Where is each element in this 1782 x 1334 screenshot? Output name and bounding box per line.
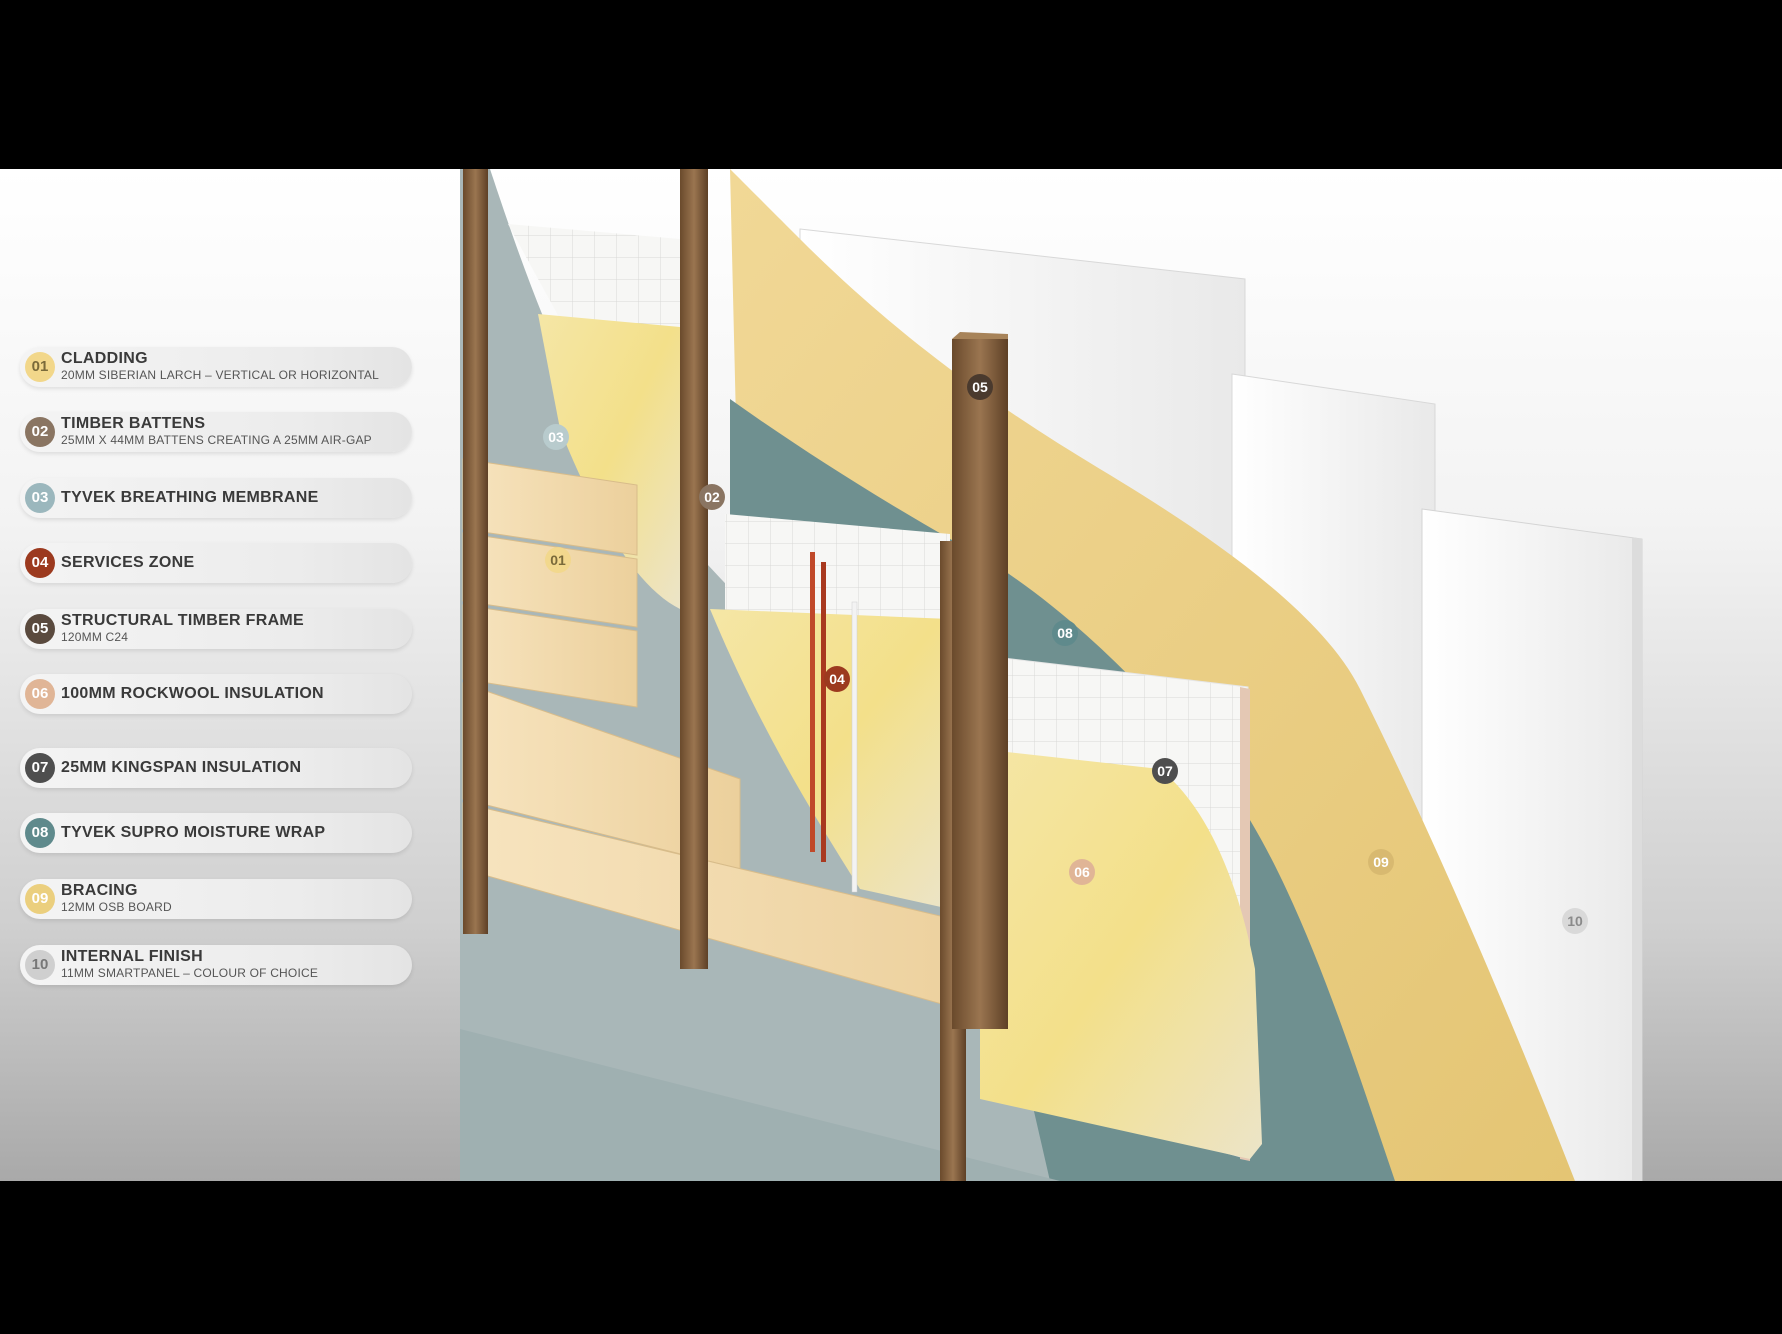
svg-text:06: 06 — [1074, 864, 1090, 880]
legend-title: BRACING — [61, 882, 138, 899]
service-pipe-2 — [821, 562, 826, 862]
structural-timber-post — [952, 339, 1008, 1029]
legend-subtitle: 11MM SMARTPANEL – COLOUR OF CHOICE — [61, 966, 319, 980]
legend-number-badge: 05 — [25, 614, 55, 644]
svg-text:05: 05 — [972, 379, 988, 395]
service-conduit — [851, 601, 858, 893]
legend-subtitle: 120MM C24 — [61, 630, 129, 644]
legend-number-badge: 07 — [25, 753, 55, 783]
svg-text:02: 02 — [704, 489, 720, 505]
legend-title: 100MM ROCKWOOL INSULATION — [61, 685, 324, 702]
legend-item-services-zone: 04 SERVICES ZONE — [20, 543, 412, 583]
legend-title: SERVICES ZONE — [61, 554, 195, 571]
legend-title: TIMBER BATTENS — [61, 415, 206, 432]
legend-title: TYVEK SUPRO MOISTURE WRAP — [61, 824, 326, 841]
legend-title: STRUCTURAL TIMBER FRAME — [61, 612, 305, 629]
tag-05: 05 — [967, 374, 993, 400]
legend-item-cladding: 01 CLADDING 20MM SIBERIAN LARCH – VERTIC… — [20, 347, 412, 387]
legend-item-kingspan-insulation: 07 25MM KINGSPAN INSULATION — [20, 748, 412, 788]
legend-number-badge: 04 — [25, 548, 55, 578]
tag-09: 09 — [1368, 849, 1394, 875]
legend-item-internal-finish: 10 INTERNAL FINISH 11MM SMARTPANEL – COL… — [20, 945, 412, 985]
tag-10: 10 — [1562, 908, 1588, 934]
legend-subtitle: 25MM X 44MM BATTENS CREATING A 25MM AIR-… — [61, 433, 372, 447]
legend-item-tyvek-breathing-membrane: 03 TYVEK BREATHING MEMBRANE — [20, 478, 412, 518]
tag-01: 01 — [545, 547, 571, 573]
legend-number-badge: 03 — [25, 483, 55, 513]
service-pipe-1 — [810, 552, 815, 852]
svg-text:04: 04 — [829, 671, 845, 687]
batten-left — [463, 169, 488, 934]
tag-07: 07 — [1152, 758, 1178, 784]
legend-item-rockwool-insulation: 06 100MM ROCKWOOL INSULATION — [20, 674, 412, 714]
svg-text:08: 08 — [1057, 625, 1073, 641]
tag-02: 02 — [699, 484, 725, 510]
svg-text:10: 10 — [1567, 913, 1583, 929]
legend-number-badge: 06 — [25, 679, 55, 709]
legend-item-bracing: 09 BRACING 12MM OSB BOARD — [20, 879, 412, 919]
batten-middle — [680, 169, 708, 969]
wall-build-up-diagram: 01 02 03 04 05 06 07 08 09 10 01 CLADDIN… — [0, 169, 1782, 1181]
layer-legend: 01 CLADDING 20MM SIBERIAN LARCH – VERTIC… — [0, 169, 430, 1181]
letterbox-top — [0, 0, 1782, 169]
legend-number-badge: 10 — [25, 950, 55, 980]
svg-text:03: 03 — [548, 429, 564, 445]
legend-title: CLADDING — [61, 350, 148, 367]
legend-number-badge: 02 — [25, 417, 55, 447]
legend-title: 25MM KINGSPAN INSULATION — [61, 759, 302, 776]
tag-04: 04 — [824, 666, 850, 692]
legend-subtitle: 12MM OSB BOARD — [61, 900, 172, 914]
internal-panel-edge — [1632, 537, 1642, 1181]
svg-text:07: 07 — [1157, 763, 1173, 779]
svg-text:01: 01 — [550, 552, 566, 568]
legend-number-badge: 08 — [25, 818, 55, 848]
tag-06: 06 — [1069, 859, 1095, 885]
legend-title: TYVEK BREATHING MEMBRANE — [61, 489, 319, 506]
tag-03: 03 — [543, 424, 569, 450]
legend-number-badge: 09 — [25, 884, 55, 914]
tag-08: 08 — [1052, 620, 1078, 646]
legend-item-timber-battens: 02 TIMBER BATTENS 25MM X 44MM BATTENS CR… — [20, 412, 412, 452]
legend-title: INTERNAL FINISH — [61, 948, 203, 965]
legend-number-badge: 01 — [25, 352, 55, 382]
legend-subtitle: 20MM SIBERIAN LARCH – VERTICAL OR HORIZO… — [61, 368, 379, 382]
letterbox-bottom — [0, 1181, 1782, 1334]
legend-item-structural-timber-frame: 05 STRUCTURAL TIMBER FRAME 120MM C24 — [20, 609, 412, 649]
legend-item-tyvek-supro-moisture-wrap: 08 TYVEK SUPRO MOISTURE WRAP — [20, 813, 412, 853]
svg-text:09: 09 — [1373, 854, 1389, 870]
